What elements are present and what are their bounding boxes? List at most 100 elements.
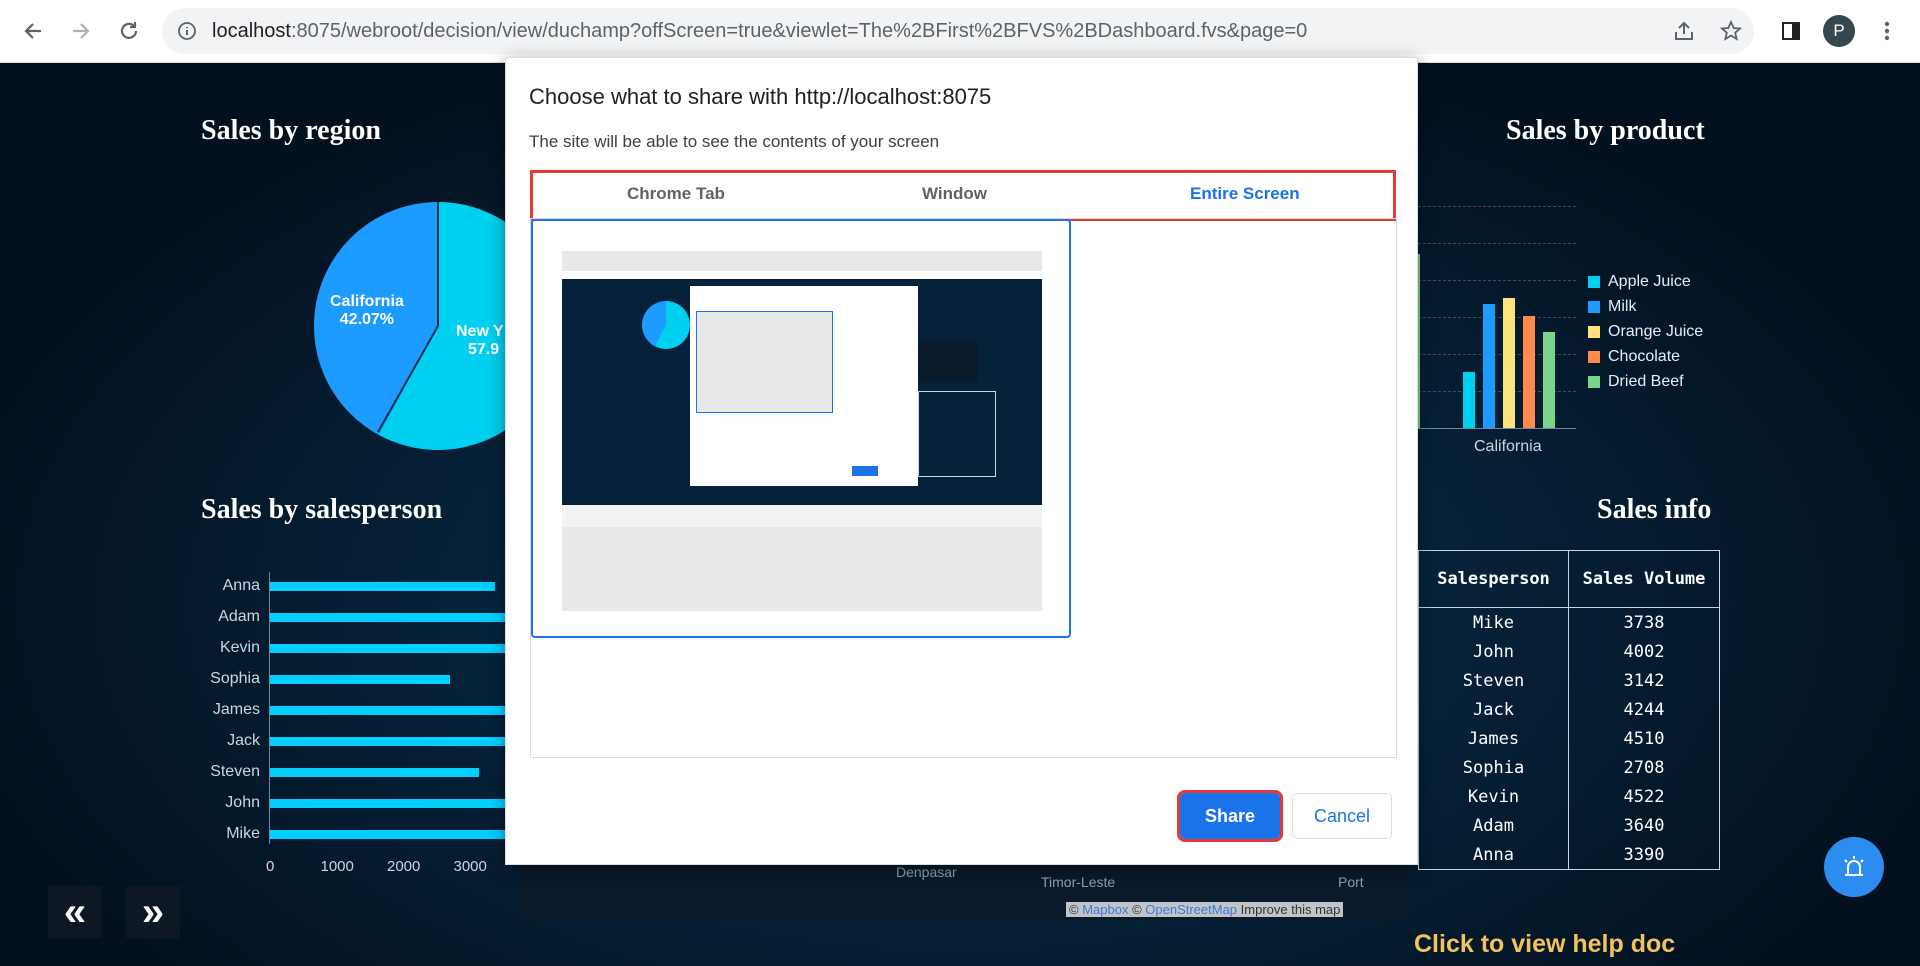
map-place-port: Port (1338, 874, 1364, 890)
tab-window[interactable]: Window (922, 184, 987, 204)
bar[interactable] (270, 675, 451, 684)
bar[interactable] (270, 644, 505, 653)
help-doc-link[interactable]: Click to view help doc (1414, 930, 1675, 959)
bar[interactable] (270, 582, 496, 591)
thumb-pie (642, 301, 690, 349)
profile-avatar[interactable]: P (1823, 15, 1855, 47)
more-icon[interactable] (1872, 16, 1902, 46)
url-host: localhost (212, 20, 291, 42)
axis-tick: 2000 (387, 858, 421, 875)
cancel-button[interactable]: Cancel (1292, 793, 1392, 839)
map-attribution: © Mapbox © OpenStreetMap Improve this ma… (1066, 902, 1344, 917)
side-panel-icon[interactable] (1776, 16, 1806, 46)
mapbox-link[interactable]: Mapbox (1082, 902, 1128, 917)
bar[interactable] (270, 613, 505, 622)
bar-label: Adam (218, 608, 260, 625)
legend-item[interactable]: Milk (1588, 298, 1636, 316)
bar-label: James (212, 701, 260, 718)
share-dialog: Choose what to share with http://localho… (505, 57, 1418, 865)
tab-chrome-tab[interactable]: Chrome Tab (627, 184, 725, 204)
table-cell: 3390 (1568, 840, 1720, 870)
legend-label: Milk (1608, 298, 1637, 315)
table-cell: 4522 (1568, 782, 1720, 811)
product-category-label: California (1474, 438, 1542, 455)
next-page-button[interactable]: » (126, 886, 180, 938)
bar-label: Kevin (219, 639, 260, 656)
table-cell: John (1418, 637, 1569, 666)
product-bar[interactable] (1503, 298, 1515, 428)
thumb-dialog-preview (696, 311, 833, 413)
sales-table: Salesperson Sales Volume Mike 3738 John 400… (1418, 550, 1720, 870)
table-cell: 4244 (1568, 695, 1720, 724)
axis-tick: 3000 (453, 858, 487, 875)
product-bar[interactable] (1523, 316, 1535, 428)
back-icon[interactable] (18, 16, 48, 46)
improve-map-link[interactable]: Improve this map (1241, 902, 1341, 917)
legend-label: Chocolate (1608, 348, 1681, 365)
share-icon[interactable] (1669, 16, 1699, 46)
legend-swatch (1588, 351, 1600, 363)
product-grid-line (1418, 243, 1576, 244)
entire-screen-option[interactable] (531, 219, 1071, 638)
product-axis (1418, 428, 1576, 429)
product-grid-line (1418, 317, 1576, 318)
table-row: Adam 3640 (1418, 811, 1720, 840)
product-bar[interactable] (1463, 372, 1475, 428)
legend-item[interactable]: Apple Juice (1588, 273, 1691, 291)
table-header-salesperson: Salesperson (1418, 550, 1569, 608)
share-tabs: Chrome Tab Window Entire Screen (530, 170, 1396, 221)
table-cell: Adam (1418, 811, 1569, 840)
table-cell: Sophia (1418, 753, 1569, 782)
share-button[interactable]: Share (1177, 790, 1283, 842)
legend-swatch (1588, 376, 1600, 388)
thumb-toolbar (562, 271, 1042, 279)
axis-tick: 0 (266, 858, 275, 875)
table-cell: Anna (1418, 840, 1569, 870)
product-bar[interactable] (1483, 304, 1495, 428)
forward-icon[interactable] (66, 16, 96, 46)
osm-link[interactable]: OpenStreetMap (1145, 902, 1237, 917)
legend-swatch (1588, 276, 1600, 288)
table-row: James 4510 (1418, 724, 1720, 753)
table-row: Anna 3390 (1418, 840, 1720, 870)
table-cell: James (1418, 724, 1569, 753)
table-cell: 3640 (1568, 811, 1720, 840)
bar[interactable] (270, 737, 505, 746)
product-grid-line (1418, 206, 1576, 207)
bar-label: Mike (226, 825, 260, 842)
info-icon[interactable] (172, 16, 202, 46)
table-row: John 4002 (1418, 637, 1720, 666)
table-cell: 4510 (1568, 724, 1720, 753)
thumb-share-button (852, 466, 878, 476)
bar[interactable] (270, 830, 505, 839)
pie-label-newyork: New Y 57.9 (456, 323, 504, 359)
table-header-volume: Sales Volume (1568, 550, 1720, 608)
bar-axis (269, 572, 270, 844)
star-icon[interactable] (1716, 16, 1746, 46)
tab-entire-screen[interactable]: Entire Screen (1190, 184, 1300, 204)
alarm-button[interactable] (1824, 837, 1884, 897)
bar-label: Steven (210, 763, 260, 780)
bar[interactable] (270, 799, 505, 808)
screen-thumbnail (562, 251, 1042, 611)
pie-label-newyork-pct: 57.9 (468, 341, 500, 358)
bar[interactable] (270, 768, 479, 777)
legend-item[interactable]: Chocolate (1588, 348, 1680, 366)
legend-swatch (1588, 301, 1600, 313)
product-bar[interactable] (1543, 332, 1555, 428)
thumb-table (918, 391, 996, 477)
bar-label: John (225, 794, 260, 811)
alarm-icon (1844, 856, 1864, 876)
prev-page-button[interactable]: « (48, 886, 102, 938)
bar-label: Jack (227, 732, 260, 749)
bar[interactable] (270, 706, 505, 715)
reload-icon[interactable] (114, 16, 144, 46)
legend-item[interactable]: Dried Beef (1588, 373, 1684, 391)
address-bar[interactable]: localhost:8075/webroot/decision/view/duc… (162, 8, 1754, 54)
table-cell: Kevin (1418, 782, 1569, 811)
legend-label: Apple Juice (1608, 273, 1691, 290)
salesperson-title: Sales by salesperson (201, 494, 443, 525)
share-source-list (530, 218, 1397, 758)
dialog-subtitle: The site will be able to see the content… (529, 132, 940, 151)
legend-item[interactable]: Orange Juice (1588, 323, 1703, 341)
